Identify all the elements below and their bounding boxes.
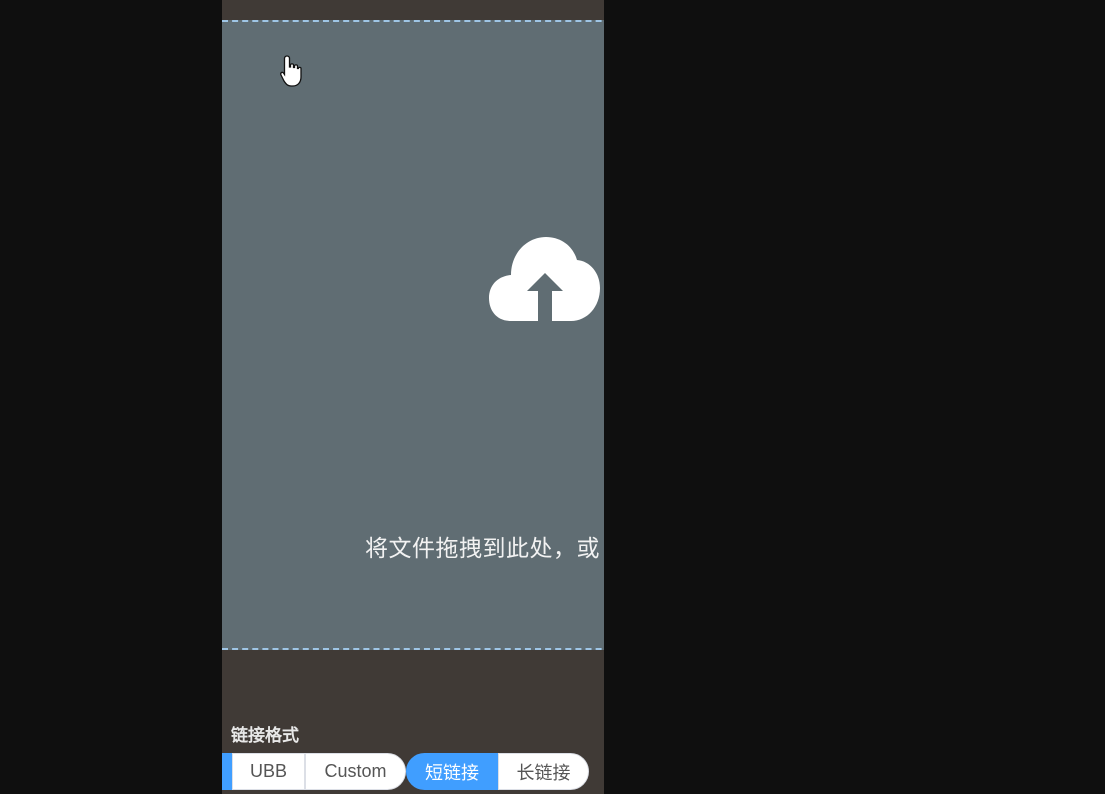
link-option-short[interactable]: 短链接: [406, 753, 498, 790]
format-button-group: UBB Custom: [222, 753, 406, 790]
cloud-upload-icon: [489, 237, 600, 321]
link-type-button-group: 短链接 长链接: [406, 753, 589, 790]
viewport: 将文件拖拽到此处，或 链接格式 UBB Custom 短链接 长链接: [0, 0, 1105, 794]
upload-panel: 将文件拖拽到此处，或 链接格式 UBB Custom 短链接 长链接: [222, 0, 604, 794]
format-option-html[interactable]: [222, 753, 232, 790]
link-option-long[interactable]: 长链接: [498, 753, 589, 790]
format-option-custom[interactable]: Custom: [305, 753, 406, 790]
dropzone-instruction: 将文件拖拽到此处，或: [365, 536, 600, 562]
upload-dropzone[interactable]: 将文件拖拽到此处，或: [222, 20, 604, 650]
format-option-ubb[interactable]: UBB: [232, 753, 305, 790]
link-format-label: 链接格式: [231, 726, 299, 746]
